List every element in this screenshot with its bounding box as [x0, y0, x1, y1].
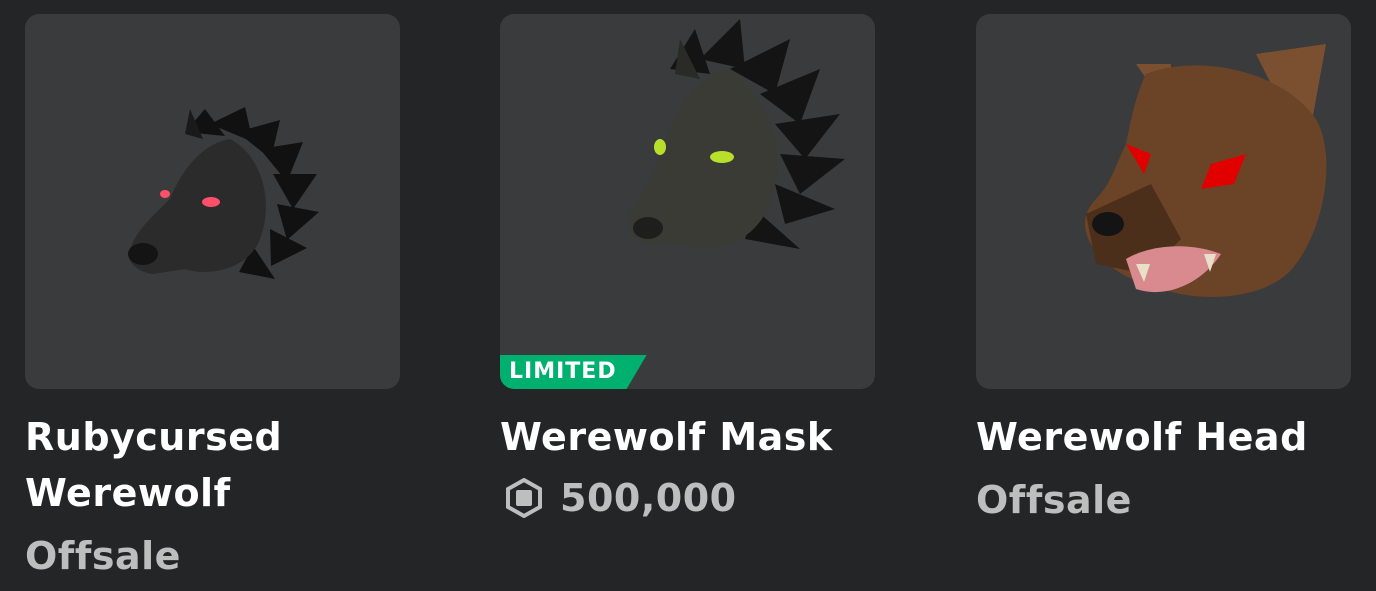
werewolf-head-image — [1084, 44, 1327, 297]
robux-icon — [506, 478, 542, 518]
item-price: 500,000 — [500, 473, 876, 523]
item-thumbnail[interactable] — [976, 14, 1351, 389]
item-thumbnail[interactable] — [25, 14, 400, 389]
item-status: Offsale — [976, 478, 1132, 522]
catalog-item-card[interactable]: LIMITED Werewolf Mask 500,000 — [500, 14, 876, 523]
item-thumbnail[interactable]: LIMITED — [500, 14, 875, 389]
limited-badge: LIMITED — [500, 355, 647, 389]
price-value: 500,000 — [560, 476, 737, 520]
item-name[interactable]: Werewolf Head — [976, 409, 1336, 465]
catalog-item-card[interactable]: Werewolf Head Offsale — [976, 14, 1352, 525]
item-name[interactable]: Rubycursed Werewolf — [25, 409, 385, 521]
item-name[interactable]: Werewolf Mask — [500, 409, 860, 465]
item-status: Offsale — [25, 534, 181, 578]
catalog-grid: Rubycursed Werewolf Offsale LIMITED Were… — [0, 0, 1376, 591]
rubycursed-werewolf-image — [128, 107, 319, 279]
werewolf-mask-image — [628, 19, 845, 249]
catalog-item-card[interactable]: Rubycursed Werewolf Offsale — [25, 14, 401, 581]
